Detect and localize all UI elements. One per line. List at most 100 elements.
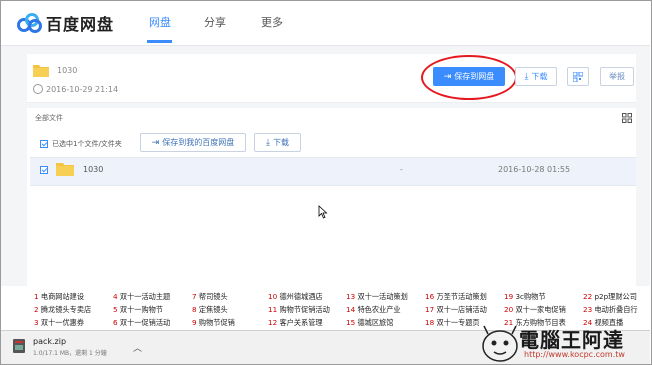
ad-num: 17 bbox=[425, 305, 435, 314]
chevron-up-icon[interactable]: ︿ bbox=[133, 341, 142, 354]
cloud-logo-icon bbox=[17, 13, 42, 33]
ad-text: 腾龙镜头专卖店 bbox=[40, 305, 92, 314]
ad-link[interactable]: 13 双十一活动策划 bbox=[346, 292, 408, 302]
ad-link[interactable]: 10 德州德城酒店 bbox=[268, 292, 323, 302]
share-date: 2016-10-29 21:14 bbox=[33, 84, 118, 94]
ad-text: p2p理财公司 bbox=[594, 292, 637, 301]
ad-num: 3 bbox=[34, 318, 39, 327]
nav-share[interactable]: 分享 bbox=[204, 14, 226, 30]
selection-status-text: 已选中1个文件/文件夹 bbox=[52, 140, 122, 148]
download-icon: ⤓ bbox=[524, 71, 529, 82]
ad-num: 12 bbox=[268, 318, 278, 327]
ad-link[interactable]: 9 购物节促销 bbox=[192, 318, 235, 328]
ad-num: 2 bbox=[34, 305, 39, 314]
ad-link[interactable]: 17 双十一店铺活动 bbox=[425, 305, 487, 315]
ad-link[interactable]: 11 购物节促销活动 bbox=[268, 305, 330, 315]
download-icon: ⤓ bbox=[266, 137, 270, 148]
ad-link[interactable]: 16 万圣节活动策划 bbox=[425, 292, 487, 302]
ad-text: 特色农业产业 bbox=[357, 305, 401, 314]
grid-view-icon[interactable] bbox=[622, 113, 632, 123]
share-title: 1030 bbox=[57, 66, 78, 75]
ad-link[interactable]: 23 电动折叠自行 bbox=[583, 305, 638, 315]
row-checkbox[interactable] bbox=[40, 166, 48, 174]
share-date-text: 2016-10-29 21:14 bbox=[46, 84, 119, 94]
ad-link[interactable]: 3 双十一优惠券 bbox=[34, 318, 84, 328]
file-list-area bbox=[27, 108, 636, 286]
nav-active-indicator bbox=[147, 40, 172, 43]
ad-text: 双十一活动主题 bbox=[119, 292, 171, 301]
download-button[interactable]: ⤓ 下载 bbox=[515, 67, 557, 86]
report-button[interactable]: 举报 bbox=[600, 67, 634, 86]
ad-link[interactable]: 19 3c购物节 bbox=[504, 292, 546, 302]
ad-text: 双十一优惠券 bbox=[40, 318, 85, 327]
ad-text: 双十一促销活动 bbox=[119, 318, 171, 327]
ad-num: 18 bbox=[425, 318, 435, 327]
list-download-button[interactable]: ⤓ 下载 bbox=[254, 133, 301, 152]
download-file-name: pack.zip bbox=[33, 337, 67, 346]
qrcode-icon bbox=[573, 71, 583, 82]
qrcode-button[interactable] bbox=[567, 67, 589, 86]
ad-link[interactable]: 1 电商网站建设 bbox=[34, 292, 84, 302]
ad-text: 双十一店铺活动 bbox=[436, 305, 487, 314]
ad-num: 16 bbox=[425, 292, 435, 301]
ad-num: 14 bbox=[346, 305, 356, 314]
watermark-title: 電腦王阿達 bbox=[519, 328, 624, 352]
ad-text: 帮司镜头 bbox=[198, 292, 228, 301]
ad-link[interactable]: 7 帮司镜头 bbox=[192, 292, 228, 302]
list-download-label: 下载 bbox=[272, 138, 289, 147]
nav-netdisk[interactable]: 网盘 bbox=[149, 14, 171, 30]
ad-link[interactable]: 2 腾龙镜头专卖店 bbox=[34, 305, 91, 315]
ad-link[interactable]: 18 双十一专题页 bbox=[425, 318, 480, 328]
ad-num: 20 bbox=[504, 305, 514, 314]
ad-text: 双十一购物节 bbox=[119, 305, 164, 314]
ad-text: 定焦镜头 bbox=[198, 305, 228, 314]
ad-link[interactable]: 12 客户关系管理 bbox=[268, 318, 323, 328]
ad-link[interactable]: 4 双十一活动主题 bbox=[113, 292, 170, 302]
ad-num: 23 bbox=[583, 305, 593, 314]
ad-link[interactable]: 6 双十一促销活动 bbox=[113, 318, 170, 328]
ad-text: 3c购物节 bbox=[515, 292, 546, 301]
folder-icon bbox=[33, 65, 49, 77]
ad-num: 6 bbox=[113, 318, 118, 327]
ad-num: 22 bbox=[583, 292, 593, 301]
ad-link[interactable]: 14 特色农业产业 bbox=[346, 305, 401, 315]
ad-num: 4 bbox=[113, 292, 118, 301]
ad-text: 万圣节活动策划 bbox=[436, 292, 487, 301]
ad-text: 双十一活动策划 bbox=[357, 292, 408, 301]
save-to-my-netdisk-button[interactable]: ⇥ 保存到我的百度网盘 bbox=[140, 133, 246, 152]
download-file-status: 1.0/17.1 MB，還剩 1 分鐘 bbox=[33, 350, 107, 357]
ad-text: 电商网站建设 bbox=[40, 292, 85, 301]
all-files-label: 全部文件 bbox=[35, 114, 63, 122]
nav-more[interactable]: 更多 bbox=[261, 14, 283, 30]
ad-link[interactable]: 5 双十一购物节 bbox=[113, 305, 163, 315]
ad-text: 德州德城酒店 bbox=[279, 292, 323, 301]
highlight-circle bbox=[421, 55, 517, 100]
file-name[interactable]: 1030 bbox=[83, 165, 103, 174]
clock-icon bbox=[33, 84, 43, 94]
ad-num: 5 bbox=[113, 305, 118, 314]
ad-text: 德城区旅馆 bbox=[357, 318, 394, 327]
mouse-cursor-icon bbox=[318, 205, 328, 219]
file-date: 2016-10-28 01:55 bbox=[498, 165, 571, 174]
ad-link[interactable]: 15 德城区旅馆 bbox=[346, 318, 393, 328]
watermark-url: http://www.kocpc.com.tw bbox=[524, 350, 625, 359]
save-to-my-netdisk-label: 保存到我的百度网盘 bbox=[162, 138, 235, 147]
ad-text: 双十一家电促销 bbox=[515, 305, 566, 314]
selection-status: 已选中1个文件/文件夹 bbox=[40, 139, 122, 149]
baidu-logo[interactable]: 百度网盘 bbox=[15, 11, 114, 35]
ad-text: 电动折叠自行 bbox=[594, 305, 638, 314]
report-label: 举报 bbox=[609, 72, 625, 81]
download-label: 下载 bbox=[531, 72, 548, 81]
ad-num: 9 bbox=[192, 318, 197, 327]
ad-link[interactable]: 20 双十一家电促销 bbox=[504, 305, 566, 315]
ad-text: 购物节促销 bbox=[198, 318, 235, 327]
select-all-checkbox[interactable] bbox=[40, 140, 48, 148]
ad-link[interactable]: 22 p2p理财公司 bbox=[583, 292, 637, 302]
ad-text: 购物节促销活动 bbox=[279, 305, 330, 314]
ad-num: 13 bbox=[346, 292, 356, 301]
ad-num: 1 bbox=[34, 292, 39, 301]
ad-num: 8 bbox=[192, 305, 197, 314]
ad-num: 15 bbox=[346, 318, 356, 327]
ad-link[interactable]: 8 定焦镜头 bbox=[192, 305, 228, 315]
file-size: - bbox=[400, 165, 403, 174]
